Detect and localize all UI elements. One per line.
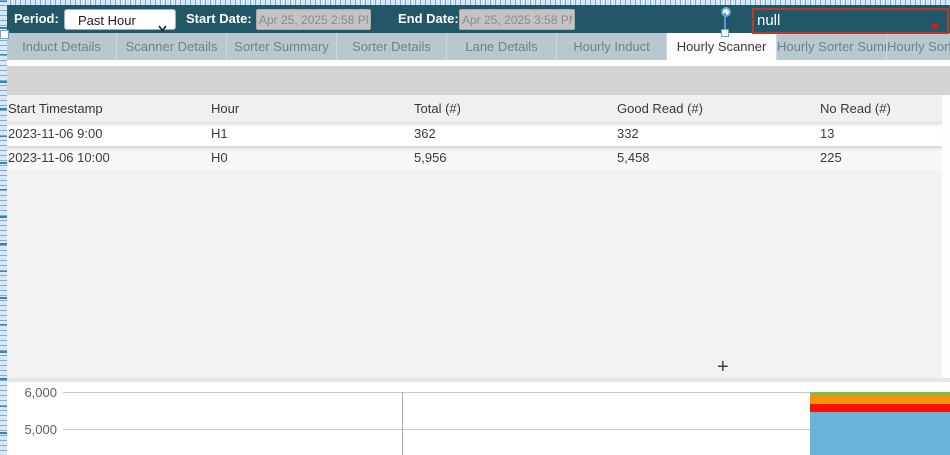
table-cell: H1 — [211, 122, 228, 146]
table-cell: 225 — [820, 146, 842, 170]
start-date-input[interactable] — [256, 9, 371, 30]
end-date-input[interactable] — [459, 9, 575, 30]
tab-induct-details[interactable]: Induct Details — [7, 33, 117, 60]
tab-scanner-details[interactable]: Scanner Details — [117, 33, 227, 60]
bar-segment-unlabeled-orange — [810, 395, 950, 404]
bar-segment-good-read — [810, 412, 950, 455]
table-cell: 2023-11-06 10:00 — [8, 146, 110, 170]
table-cell: 13 — [820, 122, 834, 146]
period-select[interactable]: Past Hour — [64, 9, 176, 30]
selection-handle-line — [724, 13, 726, 29]
table-cell: 5,956 — [414, 146, 447, 170]
ruler-vertical — [0, 0, 7, 455]
tab-hourly-sorter-details[interactable]: Hourly Sorter Details — [887, 33, 950, 60]
column-header-no-read[interactable]: No Read (#) — [820, 95, 891, 122]
period-label: Period: — [14, 5, 59, 33]
tab-sorter-details[interactable]: Sorter Details — [337, 33, 447, 60]
red-dot-icon — [932, 23, 938, 29]
table-cell: 2023-11-06 9:00 — [8, 122, 102, 146]
category-divider-line — [402, 392, 403, 455]
null-overlay-text: null — [754, 10, 947, 31]
tab-sorter-summary[interactable]: Sorter Summary — [227, 33, 337, 60]
table-row[interactable]: 2023-11-06 9:00 H1 362 332 13 — [0, 122, 950, 146]
column-header-hour[interactable]: Hour — [211, 95, 239, 122]
table-row[interactable]: 2023-11-06 10:00 H0 5,956 5,458 225 — [0, 146, 950, 170]
table-empty-area — [0, 170, 950, 378]
filter-toolbar — [7, 66, 950, 95]
app-canvas: Period: Past Hour Start Date: End Date: … — [0, 0, 950, 455]
table-cell: 362 — [414, 122, 436, 146]
table-header-row: Start Timestamp Hour Total (#) Good Read (#… — [0, 95, 950, 122]
tab-bar: Induct DetailsScanner DetailsSorter Summ… — [7, 33, 950, 60]
selection-handle-top[interactable] — [721, 7, 731, 17]
y-axis-tick-label: 6,000 — [15, 385, 57, 400]
scrollbar-track[interactable] — [942, 95, 950, 378]
bar-segment-unlabeled-green — [810, 392, 950, 395]
column-header-start-timestamp[interactable]: Start Timestamp — [8, 95, 103, 122]
tab-hourly-scanner[interactable]: Hourly Scanner — [667, 33, 777, 60]
tab-lane-details[interactable]: Lane Details — [447, 33, 557, 60]
end-date-label: End Date: — [398, 5, 459, 33]
hourly-scanner-chart: 6,000 5,000 — [0, 382, 950, 455]
bar-segment-no-read — [810, 404, 950, 412]
table-cell: H0 — [211, 146, 228, 170]
start-date-label: Start Date: — [186, 5, 252, 33]
period-select-value: Past Hour — [78, 13, 136, 28]
column-header-good-read[interactable]: Good Read (#) — [617, 95, 703, 122]
resize-handle[interactable] — [0, 30, 9, 39]
plus-cursor-icon: + — [717, 358, 733, 376]
table-cell: 332 — [617, 122, 639, 146]
tab-hourly-sorter-summary[interactable]: Hourly Sorter Summary — [777, 33, 887, 60]
selection-handle-bottom[interactable] — [721, 29, 729, 37]
column-header-total[interactable]: Total (#) — [414, 95, 461, 122]
null-overlay: null — [752, 8, 949, 34]
y-axis-tick-label: 5,000 — [15, 422, 57, 437]
chevron-down-icon — [158, 17, 167, 24]
tab-hourly-induct[interactable]: Hourly Induct — [557, 33, 667, 60]
table-cell: 5,458 — [617, 146, 650, 170]
ruler-horizontal — [0, 0, 950, 5]
